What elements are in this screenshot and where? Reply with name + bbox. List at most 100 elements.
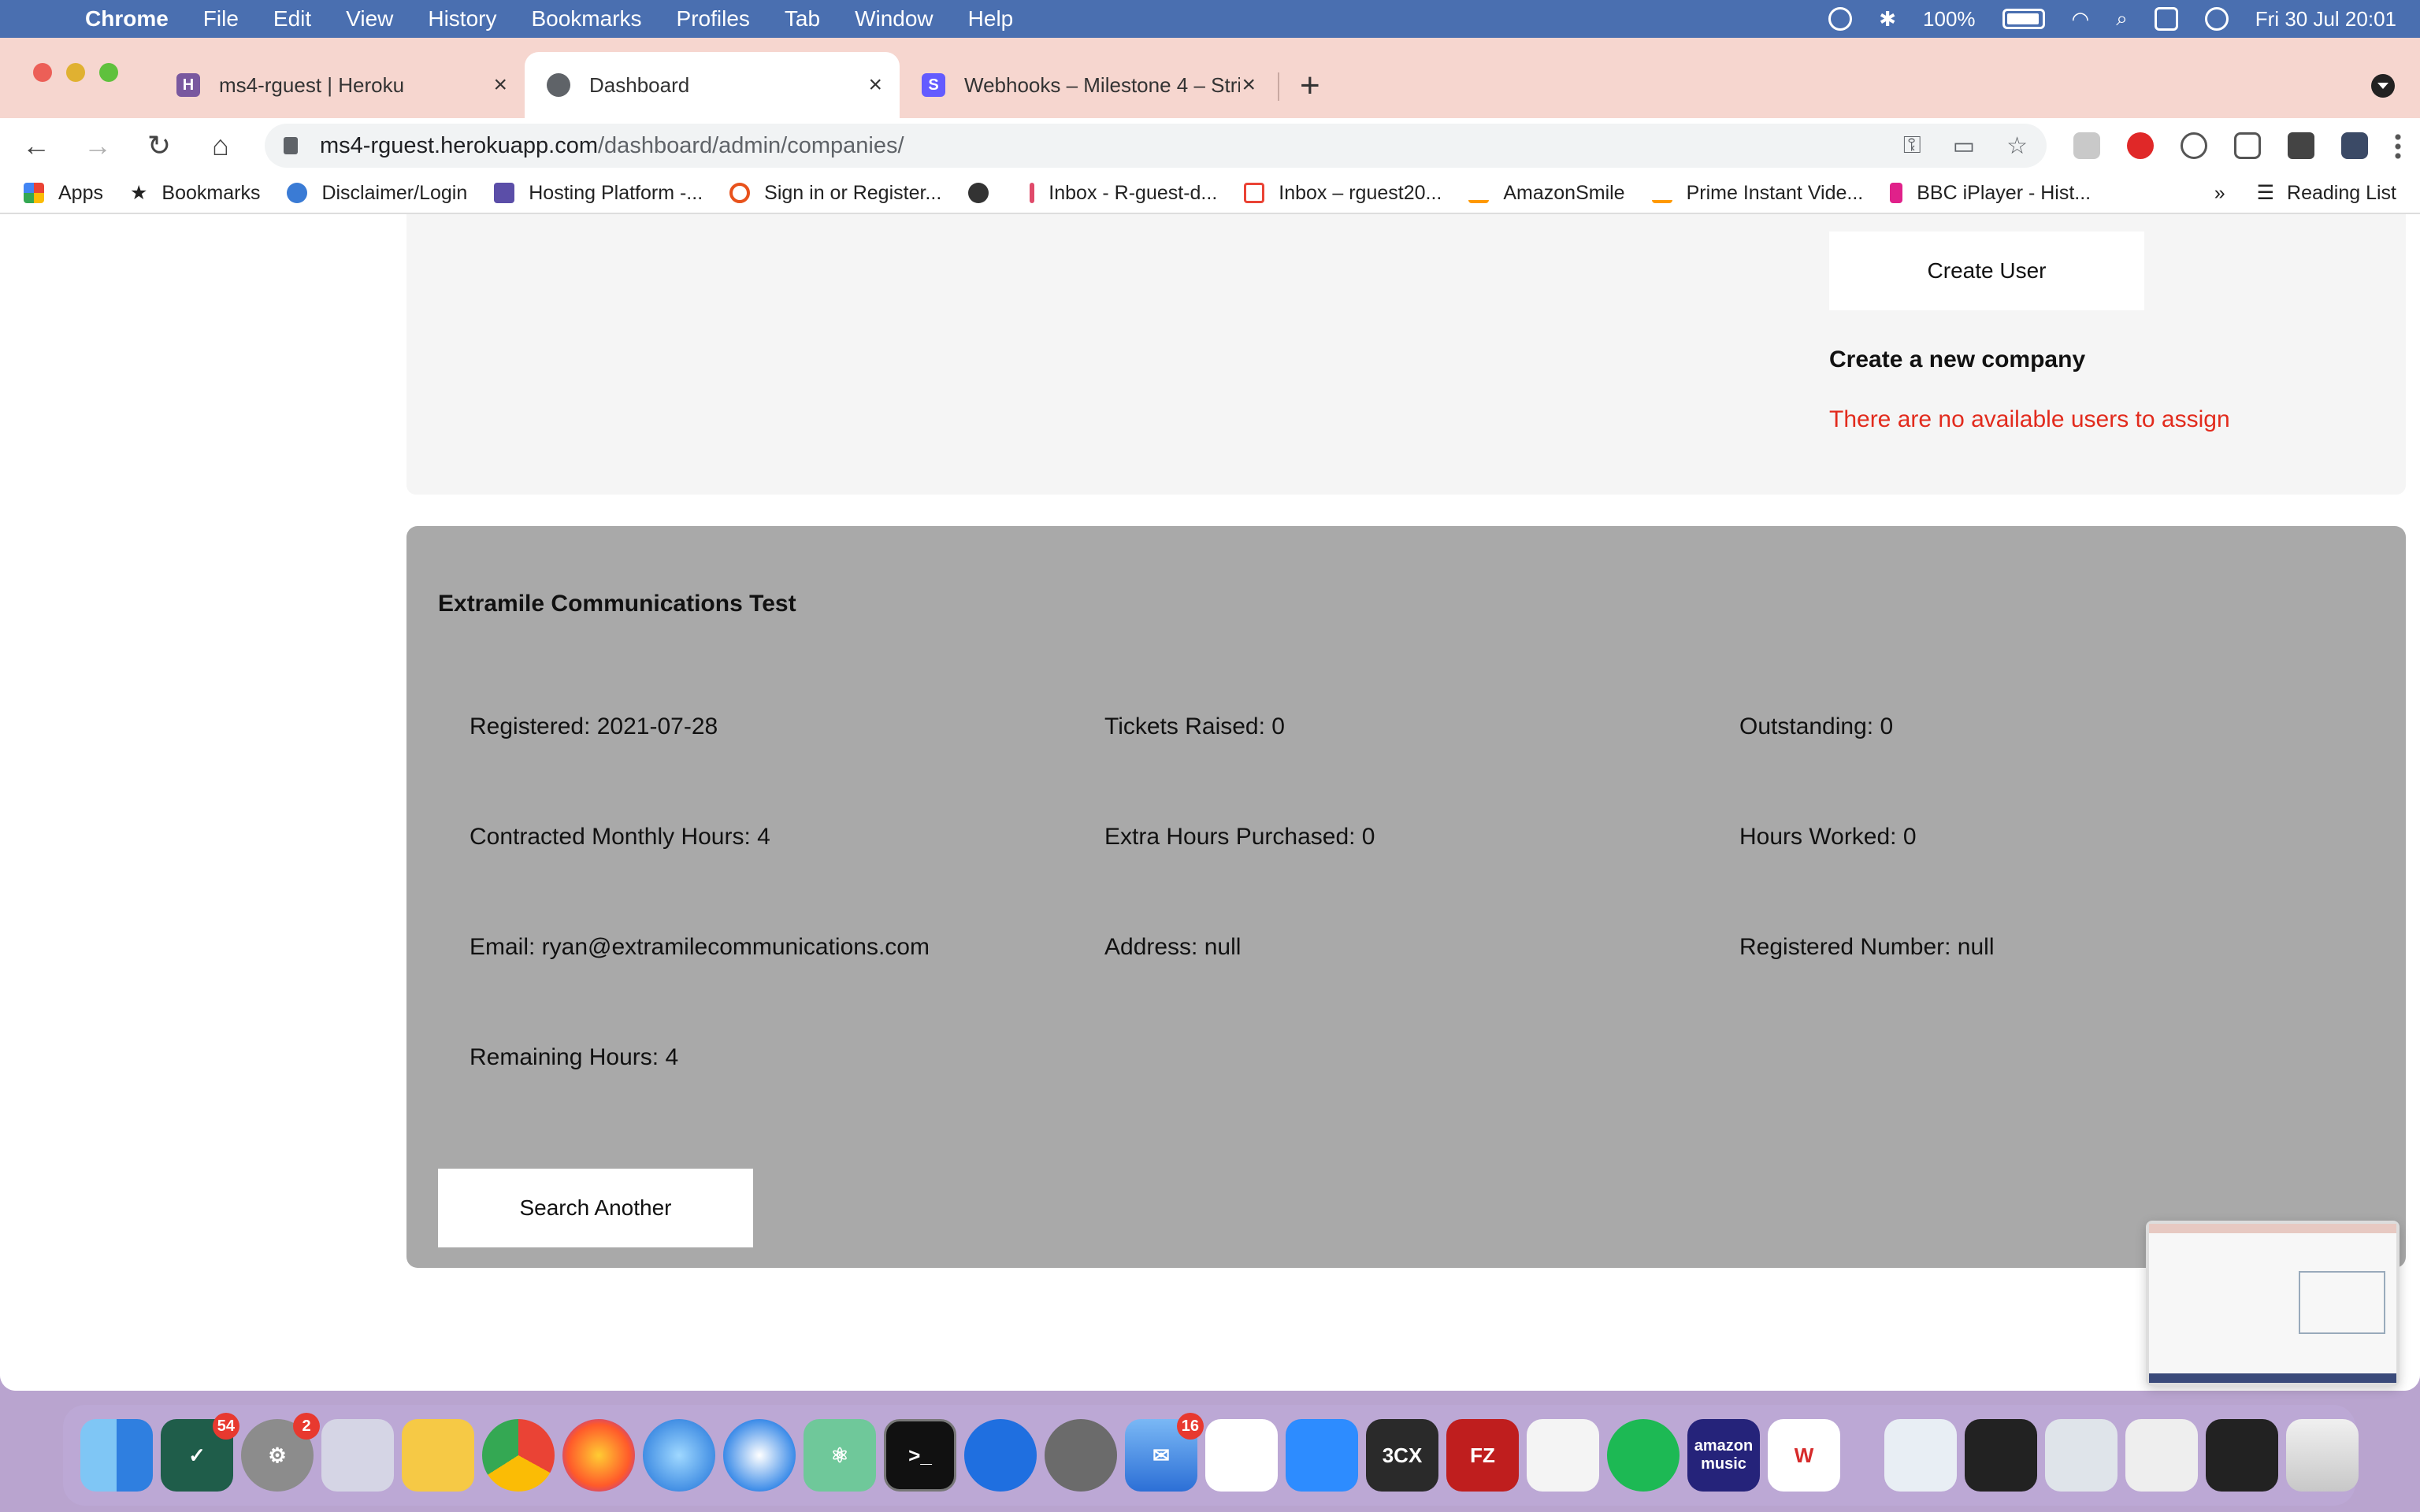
close-tab-icon[interactable]: × (493, 72, 507, 98)
screenshot-thumbnail[interactable] (2146, 1221, 2400, 1386)
profile-avatar[interactable] (2341, 132, 2368, 159)
menu-tab[interactable]: Tab (785, 6, 820, 32)
zoom-icon[interactable] (1286, 1419, 1358, 1492)
wps-office-icon[interactable]: W (1768, 1419, 1840, 1492)
address-host: ms4-rguest.herokuapp.com (320, 132, 598, 158)
bluetooth-icon[interactable]: ✱ (1879, 7, 1896, 32)
menu-window[interactable]: Window (855, 6, 933, 32)
1password-icon[interactable] (964, 1419, 1037, 1492)
firefox-icon[interactable] (562, 1419, 635, 1492)
bookmark-amazonsmile[interactable]: AmazonSmile (1468, 182, 1625, 205)
card-icon[interactable]: ▭ (1953, 132, 1975, 160)
atom-icon[interactable]: ⚛ (804, 1419, 876, 1492)
key-icon[interactable]: ⚿ (1903, 132, 1921, 160)
downloads-stack-icon[interactable] (1884, 1419, 1957, 1492)
thunderbird-icon[interactable] (643, 1419, 715, 1492)
tab-webhooks[interactable]: S Webhooks – Milestone 4 – Stri × (900, 52, 1273, 118)
menu-file[interactable]: File (203, 6, 239, 32)
minimized-window-icon[interactable] (2206, 1419, 2278, 1492)
bookmark-bbc-iplayer[interactable]: BBC iPlayer - Hist... (1890, 182, 2091, 205)
page-content: Create User Create a new company There a… (0, 214, 2420, 1391)
battery-icon[interactable] (2002, 9, 2045, 29)
sync-extension-icon[interactable] (2181, 132, 2207, 159)
safari-icon[interactable] (723, 1419, 796, 1492)
cyberduck-icon[interactable] (402, 1419, 474, 1492)
menu-app-name[interactable]: Chrome (85, 6, 169, 32)
minimize-window-button[interactable] (66, 63, 85, 82)
create-user-button[interactable]: Create User (1829, 232, 2144, 310)
more-menu-icon[interactable] (2395, 132, 2401, 159)
bookmark-star-icon[interactable]: ☆ (2006, 132, 2028, 160)
close-tab-icon[interactable]: × (1242, 72, 1256, 98)
things-icon[interactable]: ✓ 54 (161, 1413, 239, 1492)
lock-icon[interactable] (284, 137, 298, 154)
bookmark-apps[interactable]: Apps (24, 182, 103, 205)
minimized-window-icon[interactable] (1965, 1419, 2037, 1492)
bookmark-inbox-gmail[interactable]: Inbox – rguest20... (1244, 182, 1442, 205)
mail-icon[interactable]: ✉ 16 (1125, 1413, 1204, 1492)
chrome-icon[interactable] (482, 1419, 555, 1492)
adblock-icon[interactable] (2127, 132, 2154, 159)
control-center-icon[interactable] (2154, 7, 2178, 31)
menu-edit[interactable]: Edit (273, 6, 311, 32)
tickets-raised: Tickets Raised: 0 (1104, 713, 1285, 739)
spotify-icon[interactable] (1607, 1419, 1680, 1492)
reload-icon[interactable]: ↻ (142, 129, 176, 162)
trash-icon[interactable] (2286, 1419, 2359, 1492)
menu-profiles[interactable]: Profiles (677, 6, 750, 32)
amazon-music-icon[interactable]: amazon music (1687, 1419, 1760, 1492)
address-bar[interactable]: ms4-rguest.herokuapp.com/dashboard/admin… (265, 124, 2047, 168)
tableplus-icon[interactable] (1045, 1419, 1117, 1492)
menu-bar-clock[interactable]: Fri 30 Jul 20:01 (2255, 7, 2396, 32)
textedit-icon[interactable] (1527, 1419, 1599, 1492)
extra-hours-purchased: Extra Hours Purchased: 0 (1104, 824, 1375, 850)
browser-toolbar: ← → ↻ ⌂ ms4-rguest.herokuapp.com/dashboa… (0, 118, 2420, 173)
threecx-icon[interactable]: 3CX (1366, 1419, 1438, 1492)
search-another-button[interactable]: Search Another (438, 1169, 753, 1247)
menu-help[interactable]: Help (968, 6, 1014, 32)
zoom-window-button[interactable] (99, 63, 118, 82)
bookmark-hosting[interactable]: Hosting Platform -... (494, 182, 703, 205)
tab-dashboard[interactable]: Dashboard × (525, 52, 900, 118)
puzzle-extensions-icon[interactable] (2288, 132, 2314, 159)
media-play-icon[interactable] (1828, 7, 1853, 31)
reading-list-button[interactable]: ☰ Reading List (2257, 181, 2396, 205)
filezilla-icon[interactable]: FZ (1446, 1419, 1519, 1492)
close-tab-icon[interactable]: × (868, 72, 882, 98)
screen-capture-icon[interactable] (2234, 132, 2261, 159)
finder-icon[interactable] (80, 1419, 153, 1492)
slack-icon[interactable] (1205, 1419, 1278, 1492)
notification-badge: 16 (1176, 1413, 1204, 1440)
bookmark-sign-in[interactable]: Sign in or Register... (729, 182, 941, 205)
bookmark-prime-video[interactable]: Prime Instant Vide... (1651, 182, 1863, 205)
terminal-icon[interactable]: >_ (884, 1419, 956, 1492)
menu-history[interactable]: History (428, 6, 496, 32)
bookmark-bookmarks[interactable]: ★ Bookmarks (130, 181, 260, 205)
minimized-window-icon[interactable] (2045, 1419, 2118, 1492)
tab-title: ms4-rguest | Heroku (219, 72, 405, 97)
wifi-icon[interactable]: ◠ (2072, 7, 2090, 32)
forward-arrow-icon[interactable]: → (80, 129, 115, 162)
more-bookmarks-chevron[interactable]: » (2214, 182, 2225, 205)
home-icon[interactable]: ⌂ (203, 129, 238, 162)
siri-icon[interactable] (2204, 7, 2229, 31)
tab-title: Webhooks – Milestone 4 – Stri (964, 72, 1240, 97)
menu-bookmarks[interactable]: Bookmarks (531, 6, 641, 32)
site-icon (287, 183, 308, 203)
tab-search-button[interactable] (2371, 74, 2395, 98)
company-details-card: Extramile Communications Test Registered… (406, 526, 2406, 1268)
bookmark-inbox-outlook[interactable]: Inbox - R-guest-d... (1030, 182, 1217, 205)
launchpad-icon[interactable] (321, 1419, 394, 1492)
tab-heroku[interactable]: H ms4-rguest | Heroku × (154, 52, 525, 118)
back-arrow-icon[interactable]: ← (19, 129, 54, 162)
extension-icon[interactable] (2073, 132, 2100, 159)
spotlight-search-icon[interactable]: ⌕ (2116, 6, 2128, 32)
minimized-window-icon[interactable] (2125, 1419, 2198, 1492)
bookmarks-bar: Apps ★ Bookmarks Disclaimer/Login Hosting… (0, 173, 2420, 214)
bookmark-globe[interactable] (968, 183, 1003, 203)
new-tab-button[interactable]: + (1300, 66, 1320, 106)
menu-view[interactable]: View (346, 6, 393, 32)
close-window-button[interactable] (33, 63, 52, 82)
system-preferences-icon[interactable]: ⚙ 2 (241, 1413, 320, 1492)
bookmark-disclaimer[interactable]: Disclaimer/Login (287, 182, 467, 205)
